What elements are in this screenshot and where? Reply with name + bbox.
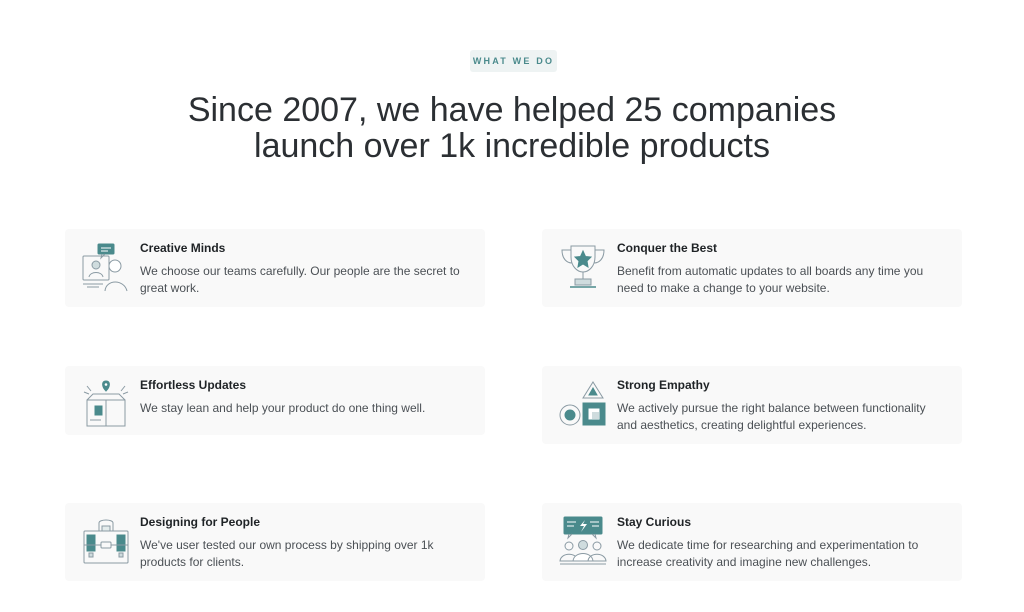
feature-title: Effortless Updates: [140, 378, 247, 392]
feature-card-designing-for-people: Designing for People We've user tested o…: [65, 503, 485, 581]
feature-card-strong-empathy: Strong Empathy We actively pursue the ri…: [542, 366, 962, 444]
feature-description: Benefit from automatic updates to all bo…: [617, 264, 924, 295]
feature-title: Conquer the Best: [617, 241, 718, 255]
feature-description: We dedicate time for researching and exp…: [617, 538, 919, 569]
feature-description: We stay lean and help your product do on…: [140, 401, 426, 415]
group-idea-icon: [558, 515, 608, 567]
headline-line-2: launch over 1k incredible products: [254, 127, 770, 165]
open-box-icon: [81, 378, 131, 430]
feature-card-conquer-the-best: Conquer the Best Benefit from automatic …: [542, 229, 962, 307]
feature-card-creative-minds: Creative Minds We choose our teams caref…: [65, 229, 485, 307]
what-we-do-section: WHAT WE DO Since 2007, we have helped 25…: [0, 0, 1024, 612]
feature-title: Stay Curious: [617, 515, 692, 529]
feature-description: We actively pursue the right balance bet…: [617, 401, 926, 432]
feature-card-effortless-updates: Effortless Updates We stay lean and help…: [65, 366, 485, 435]
section-badge: WHAT WE DO: [470, 50, 557, 72]
feature-title: Strong Empathy: [617, 378, 710, 392]
feature-description: We choose our teams carefully. Our peopl…: [140, 264, 460, 295]
headline-line-1: Since 2007, we have helped 25 companies: [187, 91, 837, 129]
shapes-icon: [558, 378, 608, 430]
toolbox-icon: [81, 515, 131, 567]
team-chat-icon: [81, 241, 131, 293]
feature-card-stay-curious: Stay Curious We dedicate time for resear…: [542, 503, 962, 581]
feature-title: Designing for People: [140, 515, 261, 529]
feature-description: We've user tested our own process by shi…: [140, 538, 434, 569]
trophy-icon: [558, 241, 608, 293]
feature-title: Creative Minds: [140, 241, 226, 255]
section-headline: Since 2007, we have helped 25 companies …: [0, 92, 1024, 164]
